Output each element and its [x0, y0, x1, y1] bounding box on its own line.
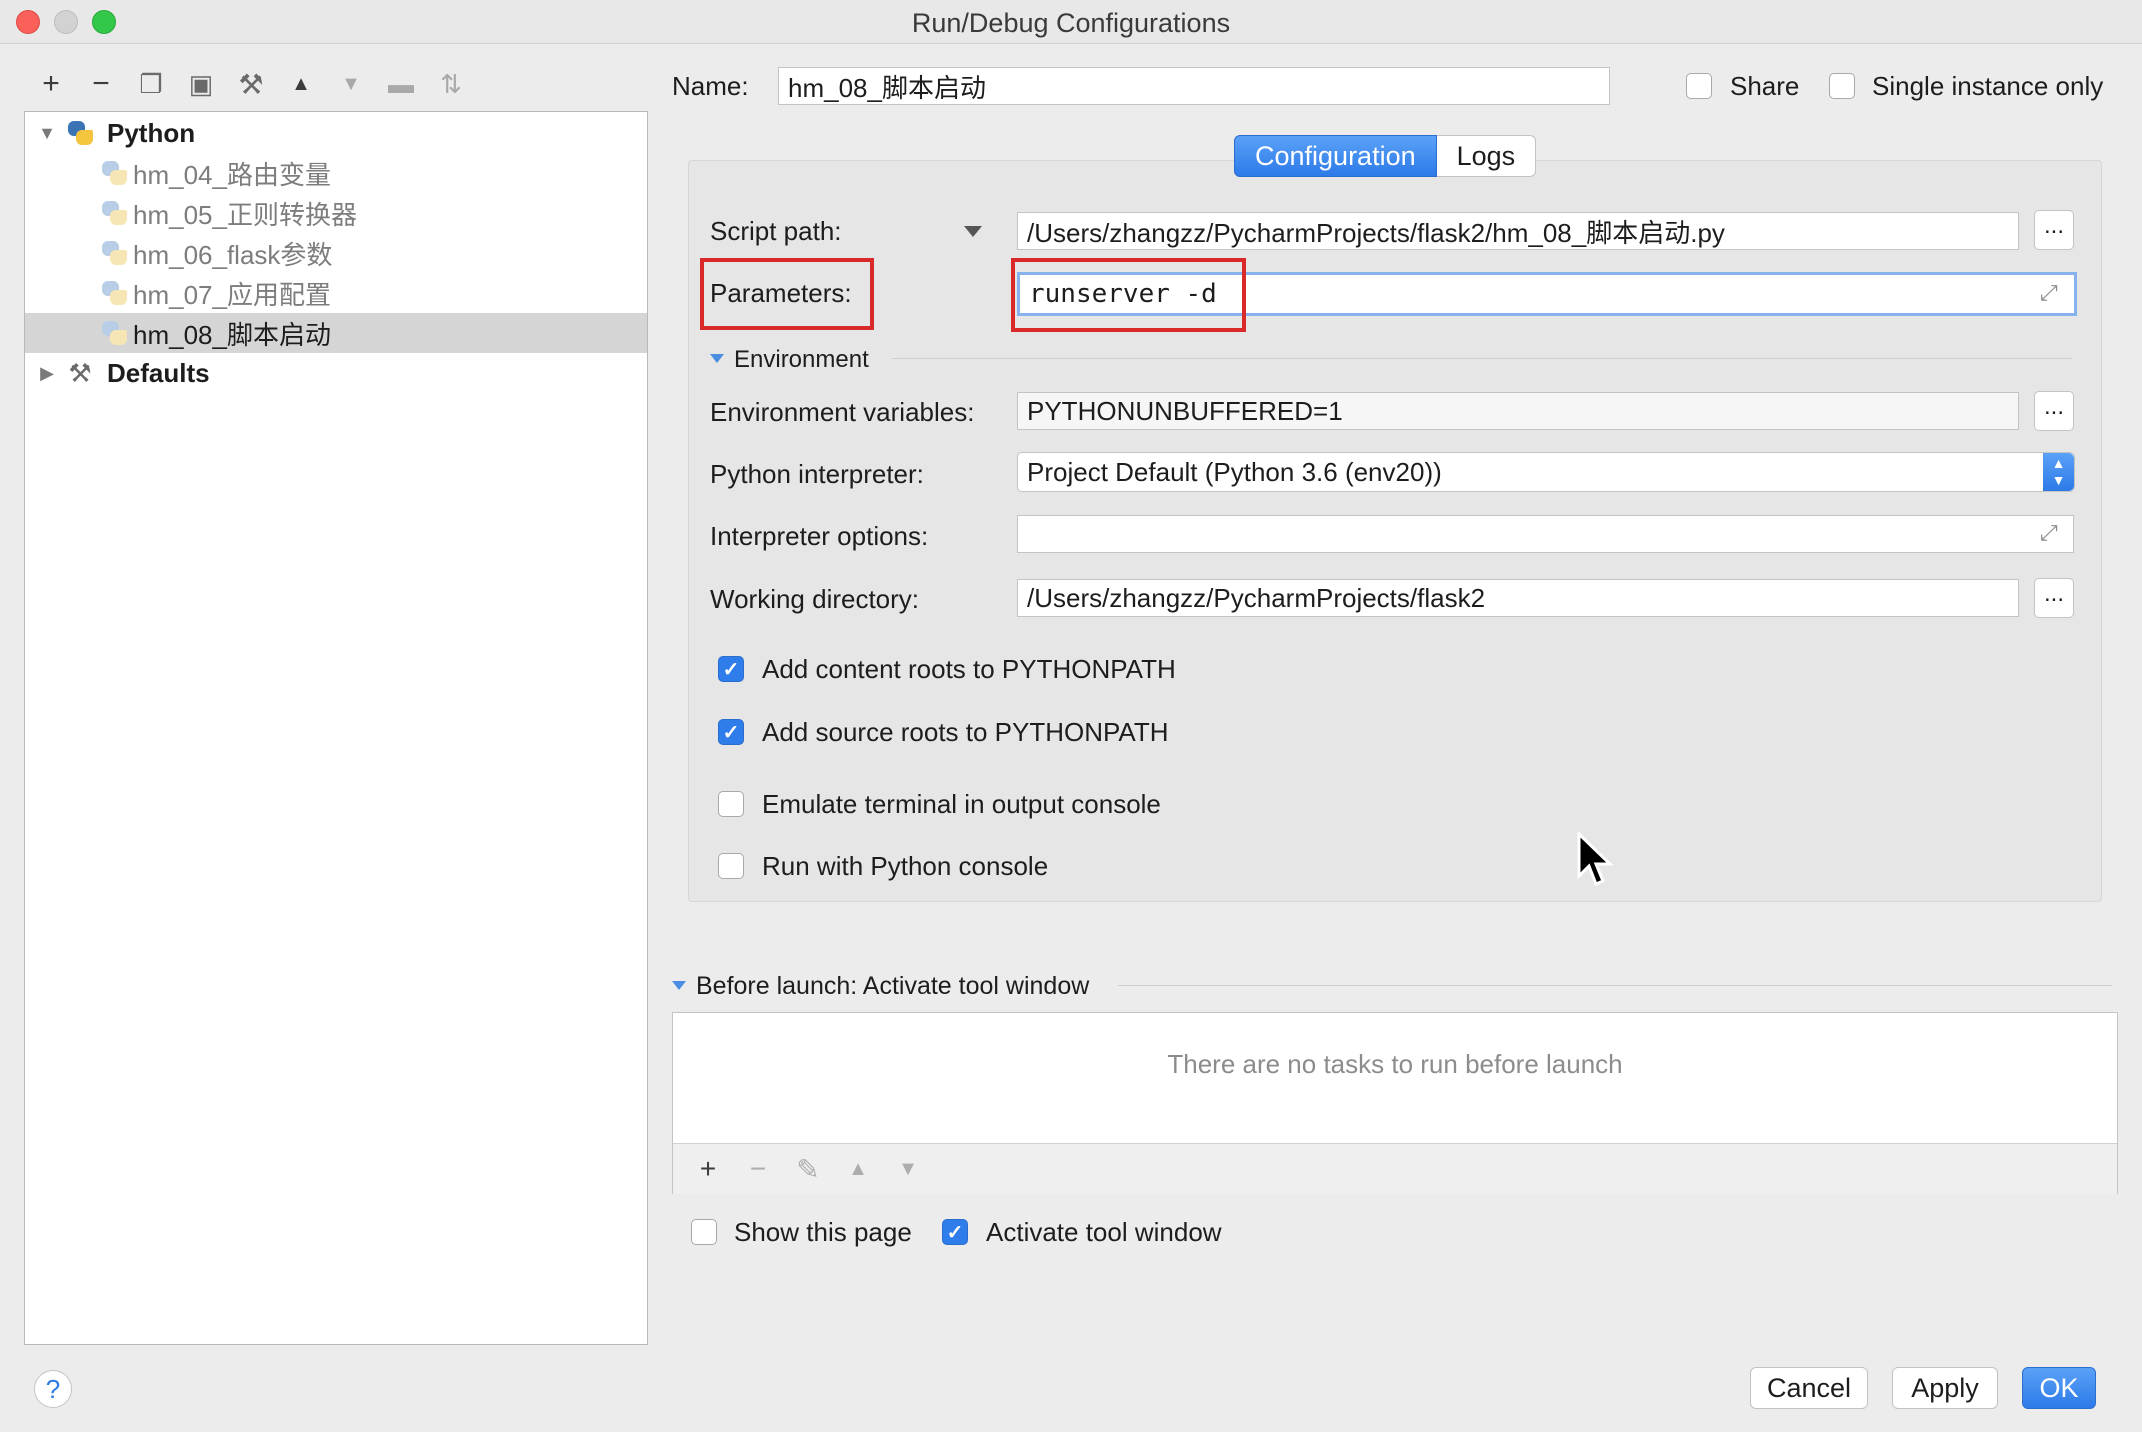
edit-task-icon[interactable]: ✎ — [783, 1153, 833, 1186]
add-content-roots-label: Add content roots to PYTHONPATH — [762, 654, 1176, 684]
tab-configuration[interactable]: Configuration — [1234, 135, 1437, 177]
workdir-field[interactable]: /Users/zhangzz/PycharmProjects/flask2 — [1017, 579, 2019, 617]
folder-icon[interactable]: ▬ — [376, 64, 426, 104]
tree-item-label: hm_08_脚本启动 — [133, 319, 331, 350]
workdir-browse-button[interactable]: ... — [2034, 578, 2074, 618]
title-bar: Run/Debug Configurations — [0, 0, 2142, 44]
move-task-up-icon[interactable]: ▲ — [833, 1158, 883, 1181]
save-icon[interactable]: ▣ — [176, 64, 226, 104]
divider — [892, 358, 2072, 359]
tree-node-defaults[interactable]: ▶ ⚒ Defaults — [25, 353, 647, 393]
env-vars-browse-button[interactable]: ... — [2034, 391, 2074, 431]
environment-label: Environment — [734, 346, 869, 373]
expand-field-icon[interactable]: ⤢ — [2040, 280, 2058, 306]
help-button[interactable]: ? — [34, 1370, 72, 1408]
add-source-roots-label: Add source roots to PYTHONPATH — [762, 717, 1169, 747]
environment-collapse-icon[interactable] — [710, 354, 724, 363]
tree-item[interactable]: hm_04_路由变量 — [25, 153, 647, 193]
highlight-box-label — [700, 258, 874, 330]
emulate-terminal-checkbox[interactable] — [718, 791, 744, 817]
expand-arrow-icon[interactable]: ▼ — [37, 123, 57, 143]
mouse-cursor-icon — [1577, 832, 1614, 886]
tree-item[interactable]: hm_05_正则转换器 — [25, 193, 647, 233]
before-launch-label: Before launch: Activate tool window — [696, 972, 1090, 1000]
interp-options-label: Interpreter options: — [710, 521, 929, 551]
env-vars-field[interactable]: PYTHONUNBUFFERED=1 — [1017, 392, 2019, 430]
single-instance-checkbox[interactable] — [1829, 73, 1855, 99]
activate-tool-window-checkbox[interactable]: ✓ — [942, 1219, 968, 1245]
script-path-label: Script path: — [710, 216, 842, 246]
share-checkbox[interactable] — [1686, 73, 1712, 99]
show-page-checkbox[interactable] — [691, 1219, 717, 1245]
tree-node-label: Python — [107, 117, 196, 148]
python-file-icon — [99, 198, 129, 228]
tree-item-label: hm_04_路由变量 — [133, 159, 331, 190]
name-label: Name: — [672, 71, 749, 101]
ok-button[interactable]: OK — [2022, 1367, 2096, 1409]
run-debug-dialog: Run/Debug Configurations + − ❐ ▣ ⚒ ▲ ▼ ▬… — [0, 0, 2142, 1432]
add-task-icon[interactable]: + — [683, 1153, 733, 1185]
tab-bar: Configuration Logs — [1234, 135, 1537, 177]
python-icon — [65, 118, 95, 148]
highlight-box-value — [1011, 258, 1246, 332]
tab-logs[interactable]: Logs — [1436, 135, 1537, 177]
before-launch-task-list[interactable]: There are no tasks to run before launch … — [672, 1012, 2118, 1194]
tree-node-python[interactable]: ▼ Python — [25, 113, 647, 153]
tree-item-label: hm_06_flask参数 — [133, 239, 333, 270]
before-launch-collapse-icon[interactable] — [672, 981, 686, 990]
settings-icon[interactable]: ⚒ — [226, 64, 276, 104]
interpreter-label: Python interpreter: — [710, 459, 924, 489]
apply-button[interactable]: Apply — [1892, 1367, 1998, 1409]
workdir-label: Working directory: — [710, 584, 920, 614]
script-type-dropdown-icon[interactable] — [964, 226, 982, 237]
interp-options-field[interactable] — [1017, 515, 2074, 553]
single-instance-label: Single instance only — [1872, 71, 2104, 101]
python-file-icon — [99, 278, 129, 308]
add-source-roots-checkbox[interactable]: ✓ — [718, 719, 744, 745]
sort-icon[interactable]: ⇅ — [426, 64, 476, 104]
tree-item-selected[interactable]: hm_08_脚本启动 — [25, 313, 647, 353]
share-label: Share — [1730, 71, 1800, 101]
add-content-roots-checkbox[interactable]: ✓ — [718, 656, 744, 682]
tree-node-label: Defaults — [107, 357, 210, 388]
interpreter-select[interactable]: Project Default (Python 3.6 (env20)) — [1017, 452, 2075, 492]
script-path-browse-button[interactable]: ... — [2034, 210, 2074, 250]
run-with-console-label: Run with Python console — [762, 851, 1049, 881]
configuration-tree[interactable]: ▼ Python hm_04_路由变量 hm_05_正则转换器 hm_06_fl… — [24, 111, 648, 1345]
wrench-icon: ⚒ — [68, 357, 92, 388]
interpreter-stepper-icon[interactable]: ▲ ▼ — [2043, 453, 2074, 491]
cancel-button[interactable]: Cancel — [1750, 1367, 1868, 1409]
python-file-icon — [99, 318, 129, 348]
empty-tasks-text: There are no tasks to run before launch — [1167, 1049, 1623, 1079]
emulate-terminal-label: Emulate terminal in output console — [762, 789, 1161, 819]
config-toolbar: + − ❐ ▣ ⚒ ▲ ▼ ▬ ⇅ — [26, 64, 476, 104]
tree-item[interactable]: hm_06_flask参数 — [25, 233, 647, 273]
move-task-down-icon[interactable]: ▼ — [883, 1158, 933, 1181]
divider — [1118, 985, 2112, 986]
add-icon[interactable]: + — [26, 64, 76, 104]
tree-item-label: hm_07_应用配置 — [133, 279, 331, 310]
tree-item-label: hm_05_正则转换器 — [133, 199, 357, 230]
python-file-icon — [99, 158, 129, 188]
show-page-label: Show this page — [734, 1217, 912, 1247]
task-toolbar: + − ✎ ▲ ▼ — [673, 1143, 2117, 1194]
activate-tool-window-label: Activate tool window — [986, 1217, 1222, 1247]
move-up-icon[interactable]: ▲ — [276, 64, 326, 104]
window-title: Run/Debug Configurations — [911, 8, 1231, 38]
copy-icon[interactable]: ❐ — [126, 64, 176, 104]
tree-item[interactable]: hm_07_应用配置 — [25, 273, 647, 313]
env-vars-label: Environment variables: — [710, 397, 975, 427]
move-down-icon[interactable]: ▼ — [326, 64, 376, 104]
expand-arrow-icon[interactable]: ▶ — [37, 363, 57, 383]
python-file-icon — [99, 238, 129, 268]
name-field[interactable]: hm_08_脚本启动 — [778, 67, 1610, 105]
remove-task-icon[interactable]: − — [733, 1153, 783, 1185]
run-with-console-checkbox[interactable] — [718, 853, 744, 879]
script-path-field[interactable]: /Users/zhangzz/PycharmProjects/flask2/hm… — [1017, 212, 2019, 250]
expand-field-icon[interactable]: ⤢ — [2040, 520, 2058, 546]
remove-icon[interactable]: − — [76, 64, 126, 104]
